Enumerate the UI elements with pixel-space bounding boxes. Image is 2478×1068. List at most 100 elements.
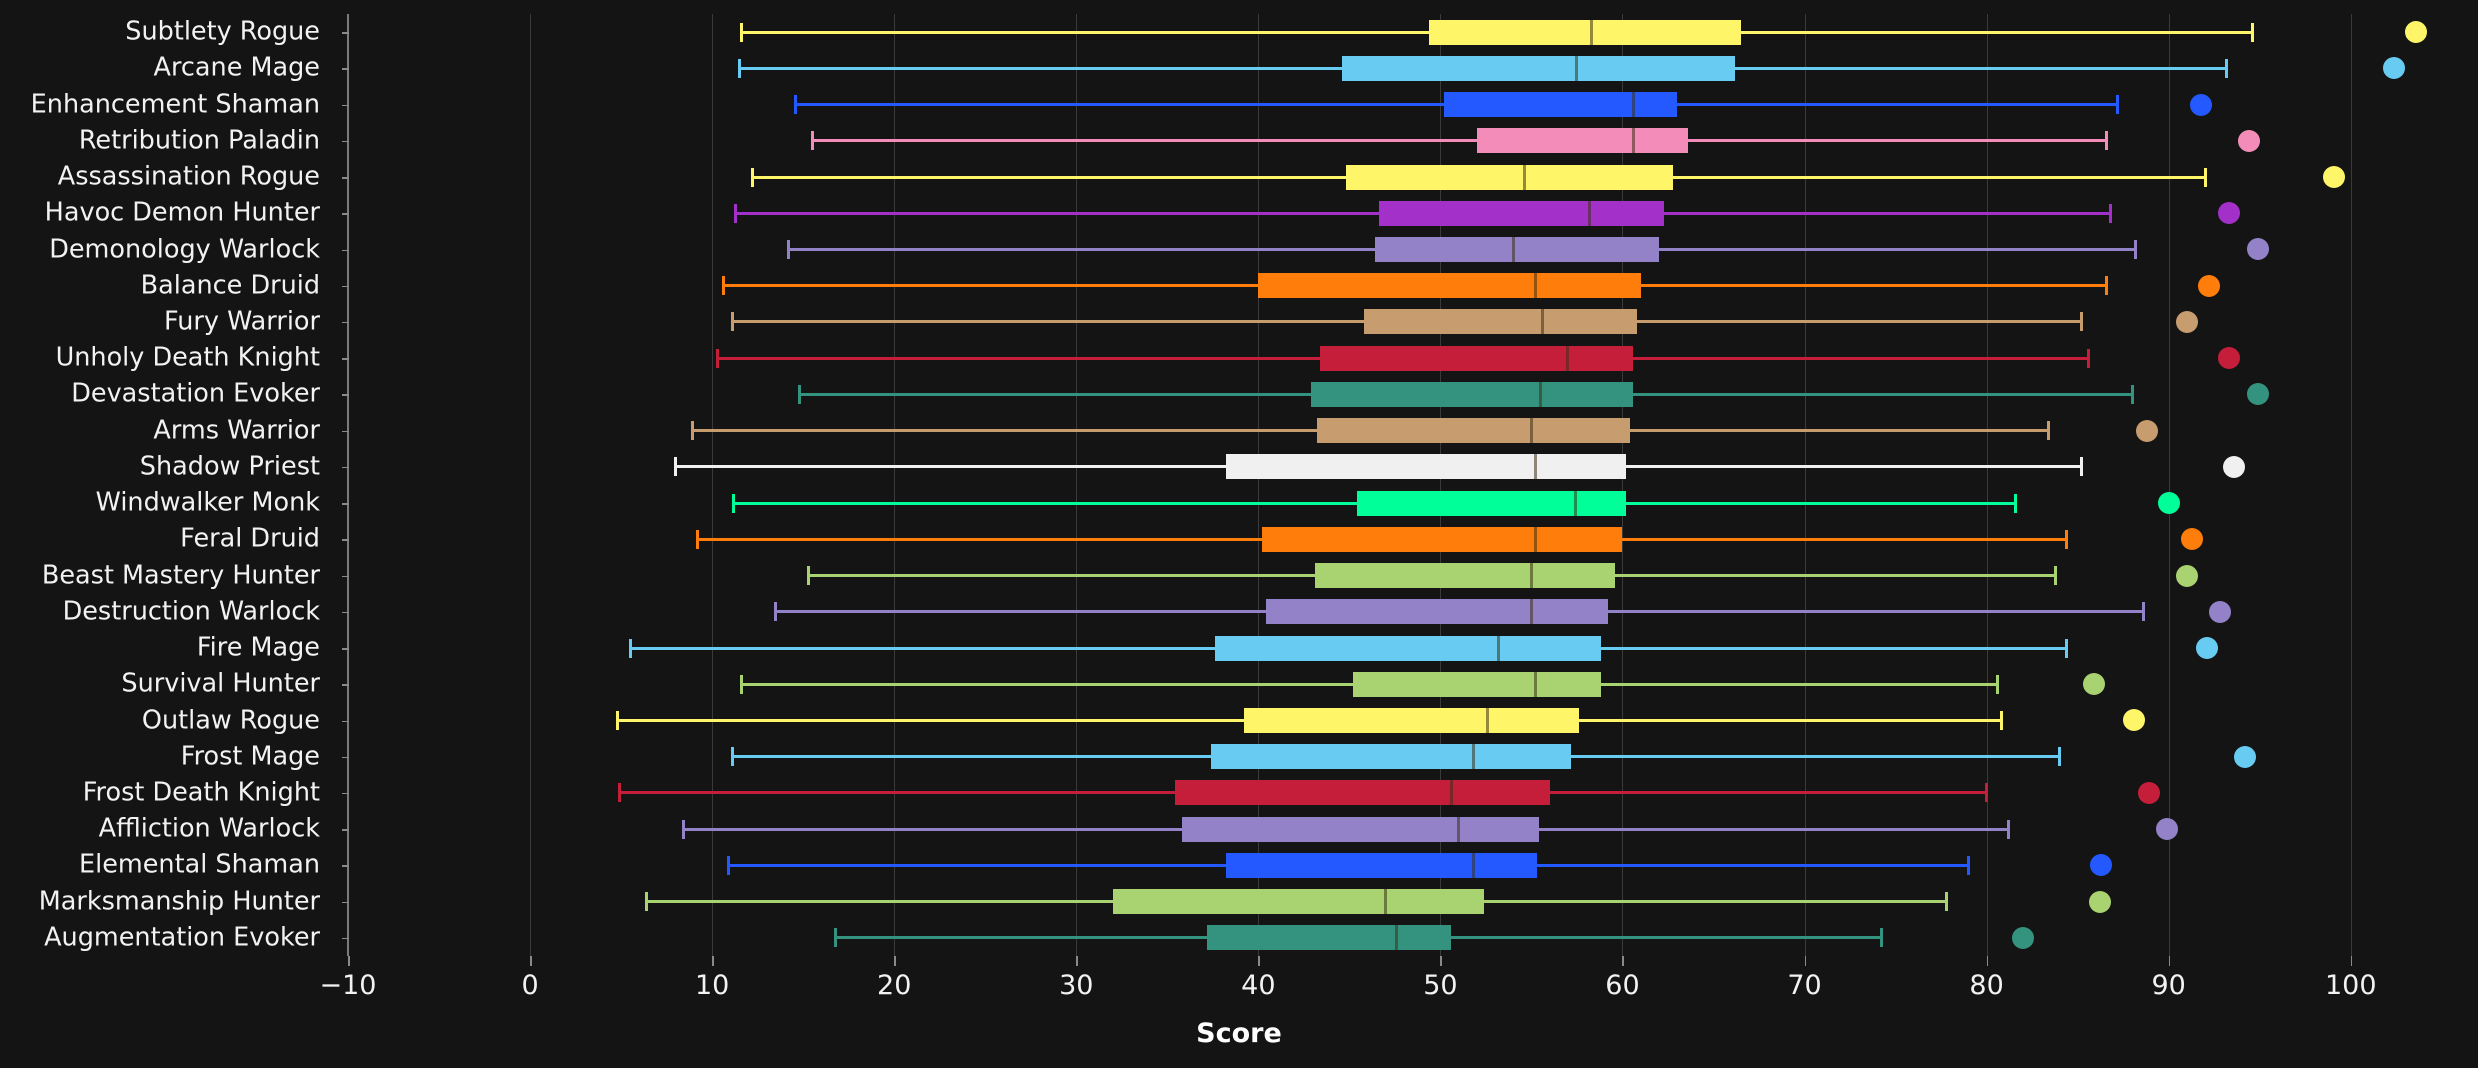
box-iqr[interactable] bbox=[1265, 599, 1608, 625]
outlier-point[interactable] bbox=[2405, 21, 2428, 44]
box-iqr[interactable] bbox=[1356, 490, 1627, 516]
boxplot-row[interactable] bbox=[348, 847, 2460, 883]
outlier-point[interactable] bbox=[2383, 57, 2406, 80]
boxplot-row[interactable] bbox=[348, 340, 2460, 376]
boxplot-row[interactable] bbox=[348, 159, 2460, 195]
box-iqr[interactable] bbox=[1353, 671, 1601, 697]
whisker-cap-high bbox=[2065, 638, 2069, 658]
box-iqr[interactable] bbox=[1211, 744, 1572, 770]
box-iqr[interactable] bbox=[1429, 19, 1741, 45]
boxplot-row[interactable] bbox=[348, 50, 2460, 86]
outlier-point[interactable] bbox=[2195, 637, 2218, 660]
boxplot-row[interactable] bbox=[348, 268, 2460, 304]
y-axis-label: Fury Warrior bbox=[163, 306, 320, 337]
outlier-point[interactable] bbox=[2234, 745, 2257, 768]
boxplot-row[interactable] bbox=[348, 123, 2460, 159]
x-axis-tick-label: 100 bbox=[2324, 970, 2377, 1001]
boxplot-row[interactable] bbox=[348, 376, 2460, 412]
boxplot-row[interactable] bbox=[348, 884, 2460, 920]
whisker-cap-low bbox=[834, 928, 838, 948]
outlier-point[interactable] bbox=[2190, 93, 2213, 116]
outlier-point[interactable] bbox=[2237, 129, 2260, 152]
whisker-cap-high bbox=[2108, 203, 2112, 223]
boxplot-row[interactable] bbox=[348, 449, 2460, 485]
box-iqr[interactable] bbox=[1258, 273, 1641, 299]
whisker-cap-high bbox=[1999, 710, 2003, 730]
boxplot-row[interactable] bbox=[348, 521, 2460, 557]
box-iqr[interactable] bbox=[1320, 345, 1634, 371]
outlier-point[interactable] bbox=[2155, 818, 2178, 841]
boxplot-row[interactable] bbox=[348, 702, 2460, 738]
boxplot-row[interactable] bbox=[348, 14, 2460, 50]
outlier-point[interactable] bbox=[2323, 166, 2346, 189]
box-iqr[interactable] bbox=[1363, 309, 1638, 335]
outlier-point[interactable] bbox=[2088, 890, 2111, 913]
boxplot-row[interactable] bbox=[348, 304, 2460, 340]
box-iqr[interactable] bbox=[1261, 526, 1623, 552]
outlier-point[interactable] bbox=[2197, 274, 2220, 297]
x-axis-tick bbox=[894, 956, 896, 966]
boxplot-row[interactable] bbox=[348, 630, 2460, 666]
outlier-point[interactable] bbox=[2181, 528, 2204, 551]
boxplot-row[interactable] bbox=[348, 195, 2460, 231]
box-iqr[interactable] bbox=[1207, 925, 1452, 951]
median-line bbox=[1486, 707, 1490, 733]
y-axis-label: Survival Hunter bbox=[121, 668, 320, 699]
box-iqr[interactable] bbox=[1311, 381, 1634, 407]
y-axis-label: Subtlety Rogue bbox=[125, 16, 320, 47]
outlier-point[interactable] bbox=[2217, 202, 2240, 225]
box-iqr[interactable] bbox=[1181, 816, 1539, 842]
median-line bbox=[1522, 164, 1526, 190]
outlier-point[interactable] bbox=[2223, 455, 2246, 478]
outlier-point[interactable] bbox=[2175, 564, 2198, 587]
outlier-point[interactable] bbox=[2246, 238, 2269, 261]
box-iqr[interactable] bbox=[1112, 889, 1485, 915]
box-iqr[interactable] bbox=[1342, 55, 1736, 81]
box-iqr[interactable] bbox=[1374, 236, 1659, 262]
boxplot-row[interactable] bbox=[348, 413, 2460, 449]
outlier-point[interactable] bbox=[2175, 310, 2198, 333]
y-axis-tick bbox=[342, 756, 349, 759]
box-iqr[interactable] bbox=[1214, 635, 1601, 661]
boxplot-row[interactable] bbox=[348, 739, 2460, 775]
boxplot-row[interactable] bbox=[348, 231, 2460, 267]
box-iqr[interactable] bbox=[1225, 852, 1537, 878]
boxplot-row[interactable] bbox=[348, 594, 2460, 630]
boxplot-row[interactable] bbox=[348, 485, 2460, 521]
x-axis-tick-label: 80 bbox=[1969, 970, 2004, 1001]
box-iqr[interactable] bbox=[1345, 164, 1674, 190]
median-line bbox=[1533, 671, 1537, 697]
outlier-point[interactable] bbox=[2246, 383, 2269, 406]
outlier-point[interactable] bbox=[2123, 709, 2146, 732]
box-iqr[interactable] bbox=[1243, 707, 1579, 733]
boxplot-row[interactable] bbox=[348, 666, 2460, 702]
outlier-point[interactable] bbox=[2157, 492, 2180, 515]
whisker-cap-high bbox=[2134, 239, 2138, 259]
y-axis-tick bbox=[342, 720, 349, 722]
box-iqr[interactable] bbox=[1314, 563, 1616, 589]
box-iqr[interactable] bbox=[1316, 418, 1630, 444]
boxplot-row[interactable] bbox=[348, 811, 2460, 847]
x-axis-tick-label: 50 bbox=[1423, 970, 1458, 1001]
box-iqr[interactable] bbox=[1174, 780, 1550, 806]
outlier-point[interactable] bbox=[2083, 673, 2106, 696]
box-iqr[interactable] bbox=[1225, 454, 1627, 480]
y-axis-label: Enhancement Shaman bbox=[30, 88, 320, 119]
outlier-point[interactable] bbox=[2012, 926, 2035, 949]
y-axis-tick bbox=[342, 611, 349, 614]
boxplot-row[interactable] bbox=[348, 775, 2460, 811]
outlier-point[interactable] bbox=[2137, 781, 2160, 804]
outlier-point[interactable] bbox=[2090, 854, 2113, 877]
outlier-point[interactable] bbox=[2208, 600, 2231, 623]
boxplot-row[interactable] bbox=[348, 557, 2460, 593]
median-line bbox=[1588, 200, 1592, 226]
box-iqr[interactable] bbox=[1476, 128, 1688, 154]
y-axis-tick bbox=[342, 104, 349, 107]
outlier-point[interactable] bbox=[2217, 347, 2240, 370]
box-iqr[interactable] bbox=[1378, 200, 1665, 226]
median-line bbox=[1533, 526, 1537, 552]
outlier-point[interactable] bbox=[2135, 419, 2158, 442]
boxplot-row[interactable] bbox=[348, 86, 2460, 122]
boxplot-row[interactable] bbox=[348, 920, 2460, 956]
box-iqr[interactable] bbox=[1444, 92, 1678, 118]
